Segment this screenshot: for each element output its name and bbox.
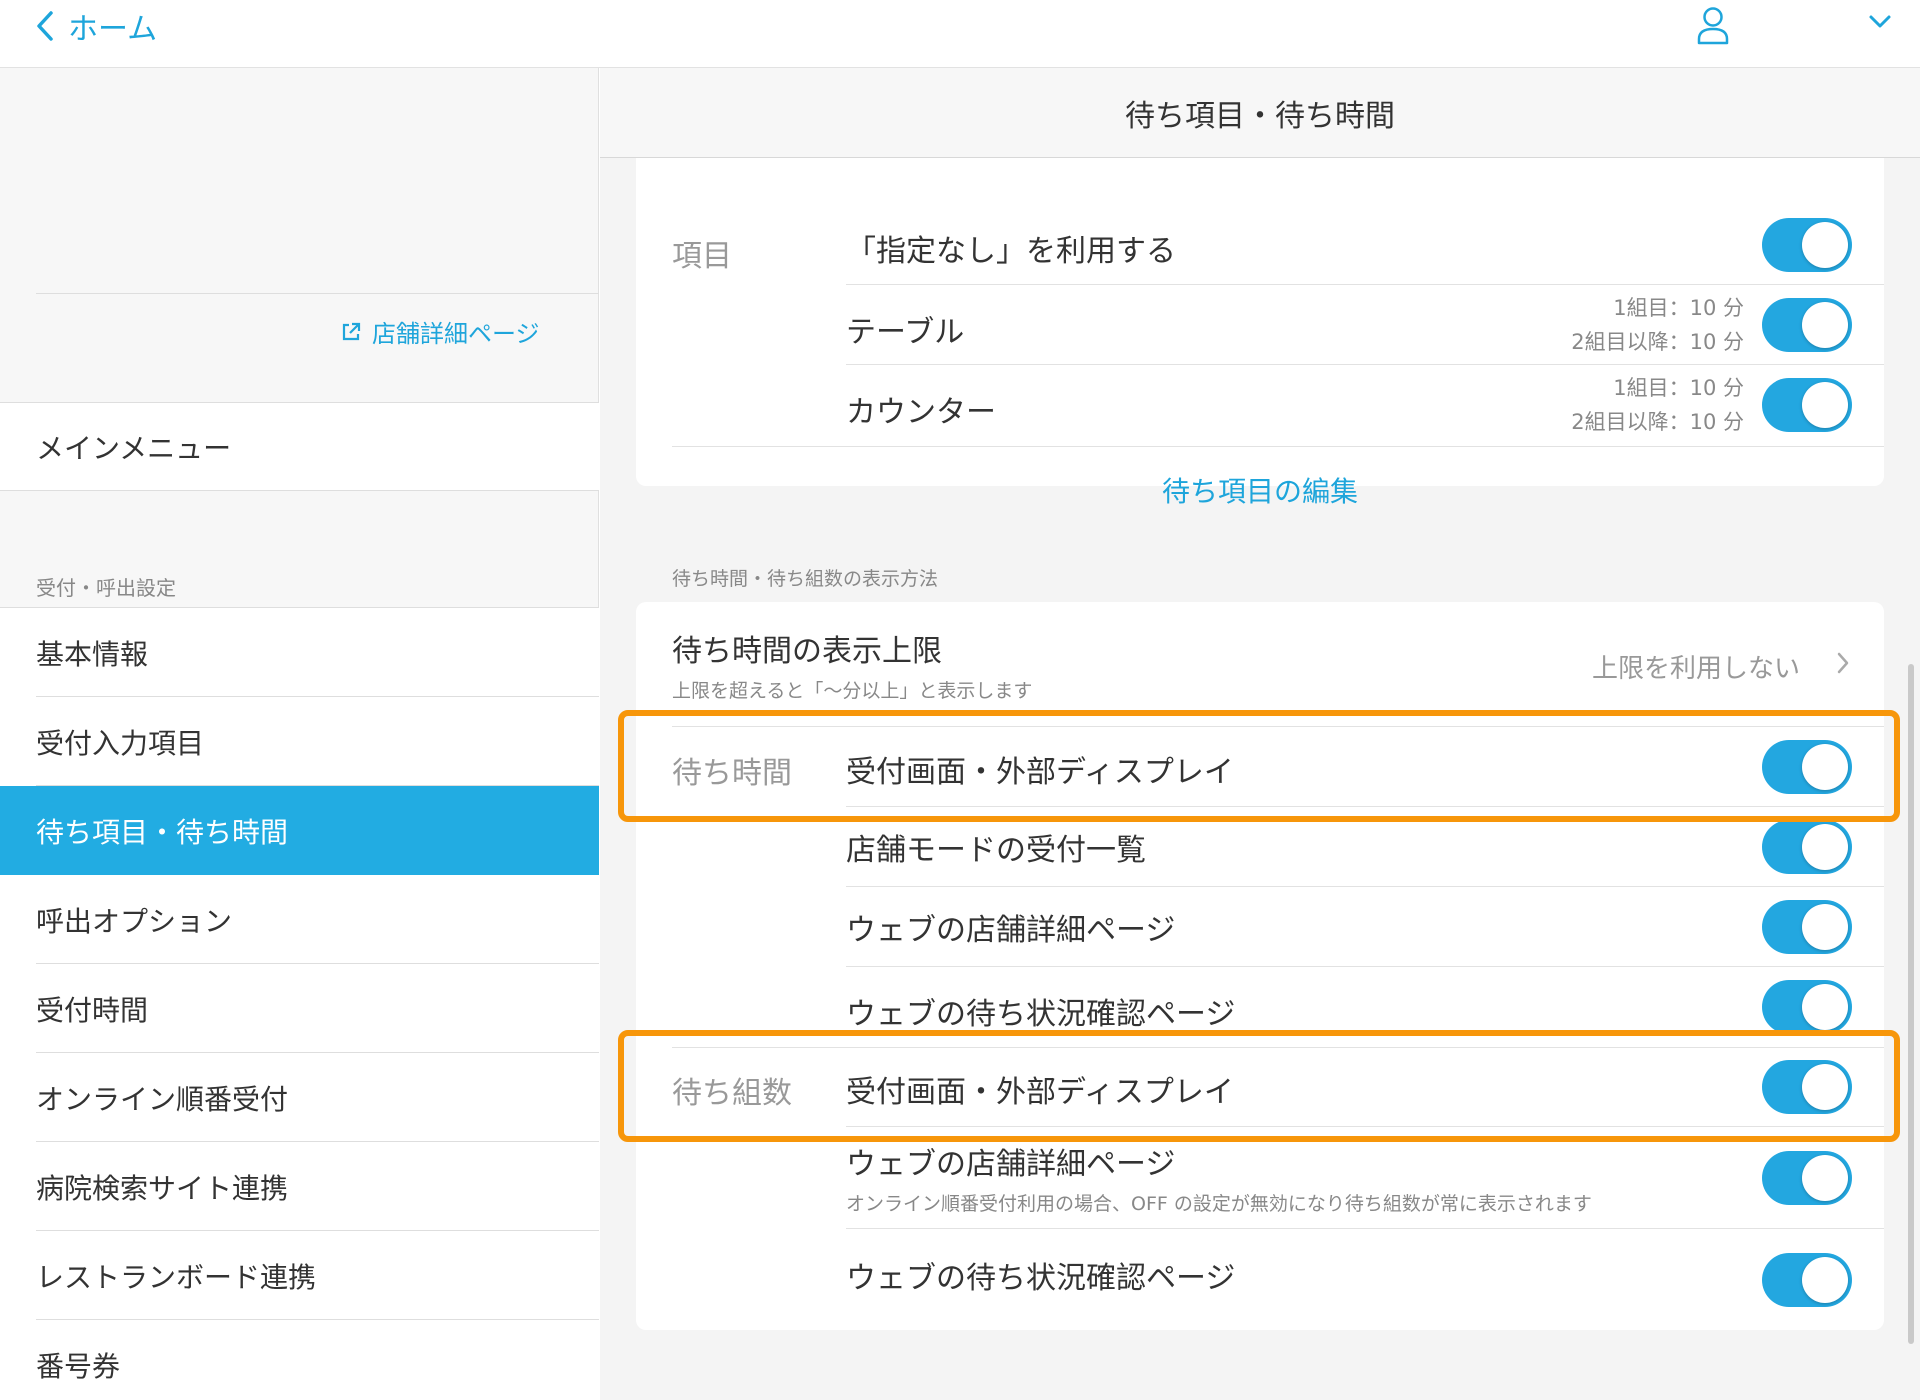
toggle-switch[interactable] bbox=[1762, 298, 1852, 352]
sidebar-item-number-ticket[interactable]: 番号券 bbox=[0, 1320, 599, 1400]
nav-list: 基本情報 受付入力項目 待ち項目・待ち時間 呼出オプション 受付時間 オンライン… bbox=[0, 607, 599, 1400]
limit-value: 上限を利用しない bbox=[1591, 654, 1800, 684]
list-item: カウンター 1組目：10 分 2組目以降：10 分 bbox=[846, 365, 1884, 446]
list-item: 受付画面・外部ディスプレイ bbox=[846, 727, 1884, 807]
nav-section-label: 受付・呼出設定 bbox=[36, 576, 176, 600]
list-item: ウェブの待ち状況確認ページ bbox=[846, 967, 1884, 1047]
sidebar-item-label: 受付入力項目 bbox=[36, 726, 205, 760]
row-label: 店舗モードの受付一覧 bbox=[846, 833, 1146, 868]
toggle-knob bbox=[1802, 1064, 1848, 1110]
toggle-knob bbox=[1802, 382, 1848, 428]
sidebar-item-reception-fields[interactable]: 受付入力項目 bbox=[0, 697, 599, 786]
list-item: 受付画面・外部ディスプレイ bbox=[846, 1047, 1884, 1127]
row-label: 受付画面・外部ディスプレイ bbox=[846, 755, 1234, 790]
display-settings-card: 待ち時間の表示上限 上限を超えると「〜分以上」と表示します 上限を利用しない 待… bbox=[636, 602, 1884, 1330]
toggle-switch[interactable] bbox=[1762, 1151, 1852, 1205]
back-label: ホーム bbox=[68, 12, 158, 47]
sidebar-item-wait-items[interactable]: 待ち項目・待ち時間 bbox=[0, 786, 599, 875]
back-button[interactable]: ホーム bbox=[36, 4, 157, 48]
sidebar-item-label: 受付時間 bbox=[36, 993, 149, 1027]
wait-items-card: 項目 「指定なし」を利用する テーブル 1組目：10 分 2組目以降：10 分 … bbox=[636, 120, 1884, 508]
sidebar-item-call-options[interactable]: 呼出オプション bbox=[0, 875, 599, 964]
later-group-minutes: 2組目以降：10 分 bbox=[1571, 410, 1744, 434]
top-bar: ホーム bbox=[0, 0, 1920, 68]
row-label: カウンター bbox=[846, 395, 996, 430]
toggle-knob bbox=[1802, 222, 1848, 268]
row-label: ウェブの待ち状況確認ページ bbox=[846, 1261, 1236, 1296]
list-item: 「指定なし」を利用する bbox=[846, 206, 1884, 285]
toggle-switch[interactable] bbox=[1762, 1253, 1852, 1307]
toggle-knob bbox=[1802, 824, 1848, 870]
toggle-knob bbox=[1802, 302, 1848, 348]
sidebar-item-online-reception[interactable]: オンライン順番受付 bbox=[0, 1053, 599, 1142]
toggle-switch[interactable] bbox=[1762, 1060, 1852, 1114]
toggle-knob bbox=[1802, 1257, 1848, 1303]
row-label: ウェブの店舗詳細ページ bbox=[846, 1147, 1176, 1182]
main-menu-label: メインメニュー bbox=[36, 431, 232, 465]
row-label: 「指定なし」を利用する bbox=[846, 234, 1176, 269]
limit-title: 待ち時間の表示上限 bbox=[672, 634, 942, 669]
store-detail-link[interactable]: 店舗詳細ページ bbox=[340, 314, 540, 349]
later-group-minutes: 2組目以降：10 分 bbox=[1571, 330, 1744, 354]
chevron-left-icon bbox=[37, 11, 53, 41]
toggle-switch[interactable] bbox=[1762, 378, 1852, 432]
sidebar-item-hospital-search[interactable]: 病院検索サイト連携 bbox=[0, 1142, 599, 1231]
toggle-knob bbox=[1802, 1155, 1848, 1201]
toggle-switch[interactable] bbox=[1762, 820, 1852, 874]
chevron-right-icon bbox=[1837, 652, 1849, 674]
chevron-down-icon[interactable] bbox=[1868, 14, 1892, 30]
group-label-wait-count: 待ち組数 bbox=[672, 1076, 792, 1111]
divider bbox=[672, 446, 1884, 447]
row-label: ウェブの待ち状況確認ページ bbox=[846, 997, 1236, 1032]
toggle-switch[interactable] bbox=[1762, 218, 1852, 272]
toggle-switch[interactable] bbox=[1762, 740, 1852, 794]
sidebar-item-basic-info[interactable]: 基本情報 bbox=[0, 608, 599, 697]
store-detail-link-label: 店舗詳細ページ bbox=[372, 320, 540, 348]
toggle-knob bbox=[1802, 984, 1848, 1030]
list-item: ウェブの店舗詳細ページ bbox=[846, 887, 1884, 967]
divider bbox=[36, 293, 599, 294]
toggle-knob bbox=[1802, 744, 1848, 790]
sidebar: 店舗詳細ページ メインメニュー 受付・呼出設定 基本情報 受付入力項目 待ち項目… bbox=[0, 68, 599, 1400]
row-label: ウェブの店舗詳細ページ bbox=[846, 913, 1176, 948]
list-item: 店舗モードの受付一覧 bbox=[846, 807, 1884, 887]
scrollbar[interactable] bbox=[1908, 664, 1914, 1344]
sidebar-item-label: 基本情報 bbox=[36, 637, 149, 671]
list-item: テーブル 1組目：10 分 2組目以降：10 分 bbox=[846, 285, 1884, 365]
section-title: 待ち時間・待ち組数の表示方法 bbox=[672, 568, 939, 590]
wait-minutes: 1組目：10 分 2組目以降：10 分 bbox=[1571, 371, 1744, 439]
toggle-switch[interactable] bbox=[1762, 980, 1852, 1034]
toggle-switch[interactable] bbox=[1762, 900, 1852, 954]
wait-time-limit-row[interactable]: 待ち時間の表示上限 上限を超えると「〜分以上」と表示します 上限を利用しない bbox=[636, 602, 1884, 704]
sidebar-item-label: オンライン順番受付 bbox=[36, 1082, 289, 1116]
group-label-wait-time: 待ち時間 bbox=[672, 756, 792, 791]
first-group-minutes: 1組目：10 分 bbox=[1613, 296, 1744, 320]
list-item: ウェブの店舗詳細ページ オンライン順番受付利用の場合、OFF の設定が無効になり… bbox=[846, 1127, 1884, 1229]
sidebar-item-label: レストランボード連携 bbox=[36, 1260, 317, 1294]
row-label: テーブル bbox=[846, 315, 965, 350]
sidebar-item-label: 番号券 bbox=[36, 1349, 121, 1383]
list-item: ウェブの待ち状況確認ページ bbox=[846, 1229, 1884, 1330]
page-title: 待ち項目・待ち時間 bbox=[600, 68, 1920, 158]
external-link-icon bbox=[342, 322, 361, 340]
wait-minutes: 1組目：10 分 2組目以降：10 分 bbox=[1571, 291, 1744, 359]
user-icon[interactable] bbox=[1696, 6, 1730, 46]
toggle-knob bbox=[1802, 904, 1848, 950]
edit-wait-items-link[interactable]: 待ち項目の編集 bbox=[636, 470, 1884, 510]
sidebar-item-label: 待ち項目・待ち時間 bbox=[36, 815, 289, 849]
group-label-items: 項目 bbox=[672, 239, 732, 274]
first-group-minutes: 1組目：10 分 bbox=[1613, 376, 1744, 400]
main-panel: 待ち項目・待ち時間 項目 「指定なし」を利用する テーブル 1組目：10 分 2… bbox=[600, 68, 1920, 1400]
sidebar-item-restaurant-board[interactable]: レストランボード連携 bbox=[0, 1231, 599, 1320]
sidebar-item-label: 呼出オプション bbox=[36, 904, 233, 938]
row-label: 受付画面・外部ディスプレイ bbox=[846, 1075, 1234, 1110]
sidebar-item-label: 病院検索サイト連携 bbox=[36, 1171, 289, 1205]
main-menu-item[interactable]: メインメニュー bbox=[0, 402, 599, 491]
limit-description: 上限を超えると「〜分以上」と表示します bbox=[672, 680, 1033, 702]
row-note: オンライン順番受付利用の場合、OFF の設定が無効になり待ち組数が常に表示されま… bbox=[846, 1193, 1592, 1215]
sidebar-item-reception-hours[interactable]: 受付時間 bbox=[0, 964, 599, 1053]
